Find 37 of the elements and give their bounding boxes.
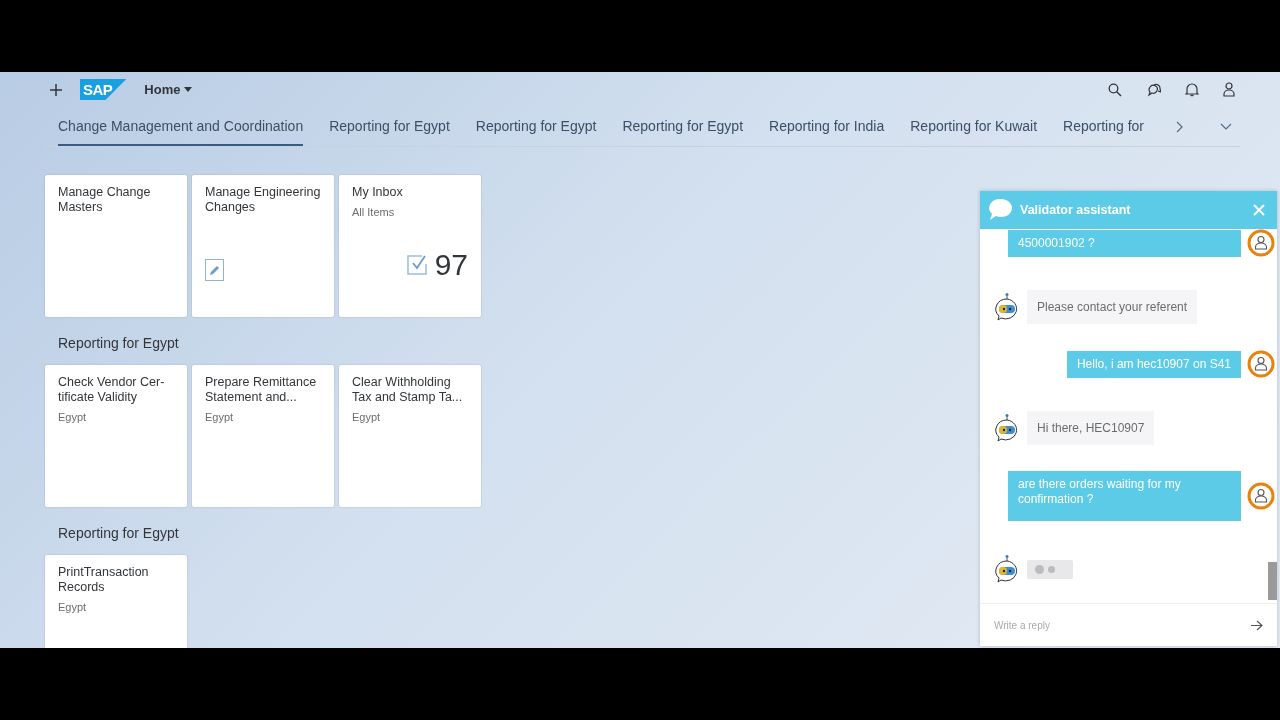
anchor-tab[interactable]: Reporting for [1063,107,1144,146]
anchor-tab[interactable]: Reporting for Egypt [329,107,450,146]
user-message: 4500001902 ? [1008,229,1241,257]
anchor-tab[interactable]: Change Management and Coordination [58,107,304,146]
count-value: 97 [434,248,468,282]
tile-subtitle: Egypt [58,411,88,423]
tile-title: Manage Change Masters [58,185,152,215]
reply-field[interactable]: Write a reply [992,618,1251,632]
user-message: are there orders waiting for my confirmation ? [1008,471,1241,521]
tile-title: My Inbox [352,185,404,200]
app-tile[interactable]: Manage Change Masters [45,175,187,317]
user-message: Hello, i am hec10907 on S41 [1066,350,1241,378]
tile-title: Clear Withholding Tax and Stamp Ta... [352,375,464,405]
tile-subtitle: All Items [352,206,396,218]
anchor-tab[interactable]: Reporting for Egypt [622,107,744,146]
tile-title: PrintTransaction Records [58,565,150,595]
group-title: Reporting for Egypt [57,334,179,353]
tile-title: Prepare Remittance Statement and... [205,375,318,405]
group-title: Reporting for Egypt [57,524,179,543]
bot-message: Please contact your referent [1027,290,1198,324]
tile-subtitle: Egypt [58,601,88,613]
tile-title: Manage Engineering Changes [205,185,321,215]
anchor-tab[interactable]: Reporting for India [769,107,885,146]
home-menu[interactable]: Home [144,82,193,97]
tile-title: Check Vendor Cer-tificate Validity [58,375,166,405]
bot-message: Hi there, HEC10907 [1027,411,1155,445]
app-tile[interactable]: Check Vendor Cer-tificate Validity Egypt [45,365,187,507]
app-tile[interactable]: Clear Withholding Tax and Stamp Ta... Egypt [339,365,481,507]
app-tile[interactable]: My Inbox All Items 97 [339,175,481,317]
anchor-tab[interactable]: Reporting for Kuwait [910,107,1038,146]
tile-subtitle: Egypt [352,411,382,423]
app-tile[interactable]: Manage Engineering Changes [192,175,334,317]
tile-subtitle: Egypt [205,411,235,423]
app-tile[interactable]: PrintTransaction Records Egypt [45,555,187,648]
chat-title: Validator assistant [1020,203,1132,217]
app-tile[interactable]: Prepare Remittance Statement and... Egypt [192,365,334,507]
anchor-tab[interactable]: Reporting for Egypt [475,107,597,146]
